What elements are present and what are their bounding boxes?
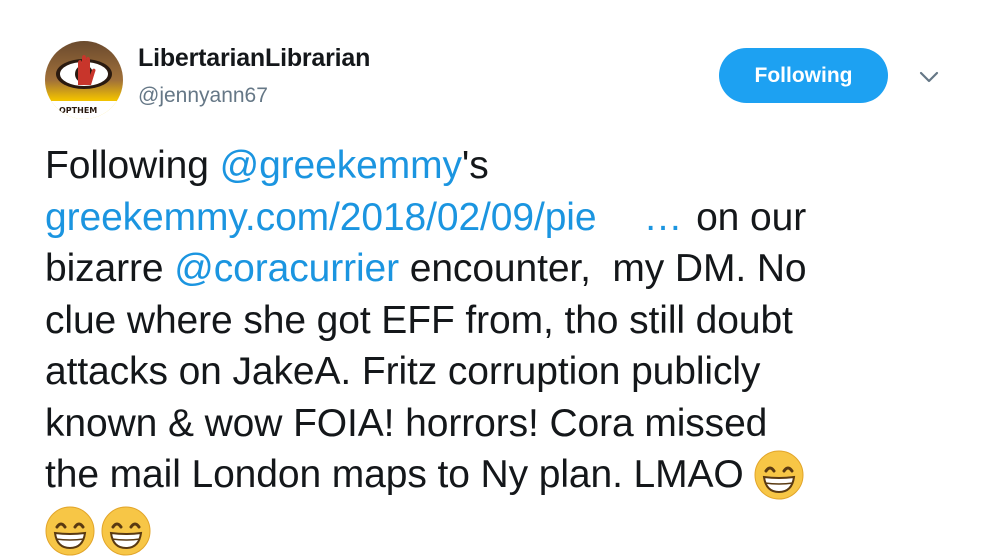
url-link[interactable]: greekemmy.com/2018/02/09/pie… (45, 196, 682, 239)
tweet-line: greekemmy.com/2018/02/09/pie… on our (45, 195, 807, 239)
tweet-line: the mail London maps to Ny plan. LMAO (45, 449, 965, 502)
avatar[interactable]: OPTHEM (45, 41, 123, 119)
mention-link[interactable]: @coracurrier (174, 247, 399, 290)
raised-hand-eye-icon: OPTHEM (45, 41, 123, 119)
tweet-line (45, 502, 965, 554)
svg-text:OPTHEM: OPTHEM (59, 106, 97, 115)
grinning-face-icon (45, 506, 95, 556)
tweet-line: Following @greekemmy's (45, 144, 489, 187)
chevron-down-icon[interactable] (916, 64, 942, 90)
mention-link[interactable]: @greekemmy (220, 144, 462, 187)
grinning-face-icon (754, 450, 804, 500)
tweet-line: known & wow FOIA! horrors! Cora missed (45, 401, 768, 445)
tweet-line: bizarre @coracurrier encounter, my DM. N… (45, 247, 807, 290)
tweet-line: clue where she got EFF from, tho still d… (45, 298, 793, 342)
grinning-face-icon (101, 506, 151, 556)
tweet-text: Following @greekemmy's greekemmy.com/201… (45, 140, 965, 554)
following-button[interactable]: Following (719, 48, 888, 103)
user-handle[interactable]: @jennyann67 (138, 84, 268, 108)
display-name[interactable]: LibertarianLibrarian (138, 44, 370, 73)
tweet-line: attacks on JakeA. Fritz corruption publi… (45, 350, 761, 393)
